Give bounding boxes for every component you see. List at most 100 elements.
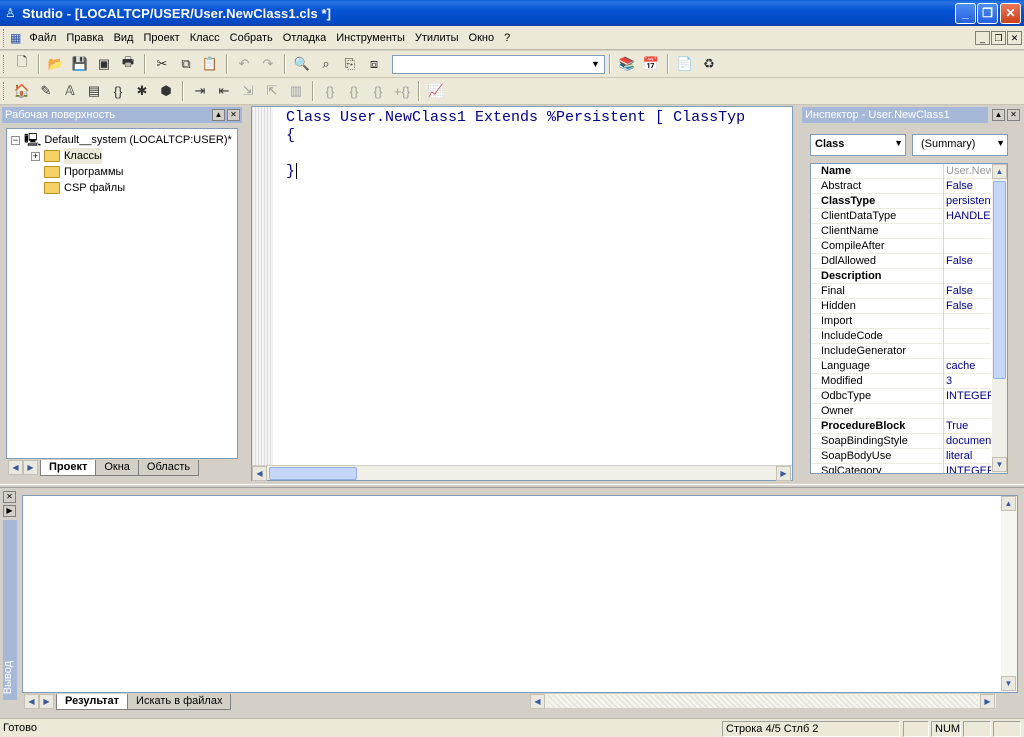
brace-icon[interactable]: {} [319, 80, 341, 102]
scroll-down-icon[interactable]: ▼ [1001, 676, 1016, 691]
dropdown-arrow-icon[interactable]: ▼ [588, 57, 603, 72]
panel-close-icon[interactable]: ✕ [227, 109, 240, 121]
menu-help[interactable]: ? [499, 28, 515, 48]
tab-scroll-left-icon[interactable]: ◀ [24, 693, 39, 709]
find-combo[interactable]: ▼ [392, 54, 605, 74]
type-select[interactable]: Class ▼ [810, 134, 906, 156]
property-value[interactable] [943, 344, 991, 359]
property-value[interactable]: 3 [943, 374, 991, 389]
property-row[interactable]: ProcedureBlock True [811, 419, 991, 434]
scroll-left-icon[interactable]: ◀ [530, 694, 545, 709]
print-icon[interactable]: 🖶 [117, 53, 139, 75]
menu-project[interactable]: Проект [138, 28, 184, 48]
view-select[interactable]: (Summary) ▼ [912, 134, 1008, 156]
class-wizard-icon[interactable]: 🏠 [11, 80, 33, 102]
query-icon[interactable]: {} [107, 80, 129, 102]
scroll-left-icon[interactable]: ◀ [252, 466, 267, 481]
method-icon[interactable]: ▤ [83, 80, 105, 102]
scroll-thumb[interactable] [993, 181, 1006, 379]
comment-icon[interactable]: ⇲ [237, 80, 259, 102]
property-grid[interactable]: Name User.New Abstract False ClassType persis… [810, 163, 1008, 474]
property-value[interactable]: persistent [943, 194, 991, 209]
tab-find-in-files[interactable]: Искать в файлах [127, 694, 232, 710]
tab-windows[interactable]: Окна [95, 460, 139, 476]
tab-results[interactable]: Результат [56, 694, 129, 710]
scroll-thumb[interactable] [269, 467, 357, 480]
menu-debug[interactable]: Отладка [278, 28, 331, 48]
property-value[interactable]: False [943, 284, 991, 299]
property-row[interactable]: Owner [811, 404, 991, 419]
save-icon[interactable]: 💾 [69, 53, 91, 75]
property-row[interactable]: SoapBindingStyle documen [811, 434, 991, 449]
trigger-icon[interactable]: ⬢ [155, 80, 177, 102]
mdi-restore-button[interactable]: ❐ [991, 31, 1006, 45]
compile-icon[interactable]: 📄 [674, 53, 696, 75]
collapse-icon[interactable]: − [11, 135, 20, 145]
output-hscrollbar[interactable]: ◀ ▶ [530, 693, 996, 709]
property-row[interactable]: Hidden False [811, 299, 991, 314]
cut-icon[interactable]: ✂ [151, 53, 173, 75]
property-value[interactable]: INTEGEF [943, 389, 991, 404]
indent-icon[interactable]: ⇥ [189, 80, 211, 102]
property-value[interactable]: User.New [943, 164, 991, 179]
brace-next-icon[interactable]: {} [367, 80, 389, 102]
scroll-up-icon[interactable]: ▲ [1001, 496, 1016, 511]
property-value[interactable] [943, 224, 991, 239]
tab-scroll-right-icon[interactable]: ▶ [23, 459, 38, 475]
panel-pin-icon[interactable]: ▲ [212, 109, 225, 121]
property-value[interactable]: cache [943, 359, 991, 374]
menu-build[interactable]: Собрать [225, 28, 278, 48]
status-resize-grip[interactable] [993, 721, 1021, 737]
restore-button[interactable]: ❐ [977, 3, 998, 24]
property-value[interactable] [943, 404, 991, 419]
property-row[interactable]: CompileAfter [811, 239, 991, 254]
open-folder-icon[interactable]: 📂 [45, 53, 67, 75]
brace-add-icon[interactable]: +{} [391, 80, 413, 102]
property-row[interactable]: Name User.New [811, 164, 991, 179]
property-wizard-icon[interactable]: ✎ [35, 80, 57, 102]
property-row[interactable]: Description [811, 269, 991, 284]
property-row[interactable]: OdbcType INTEGEF [811, 389, 991, 404]
dropdown-arrow-icon[interactable]: ▼ [894, 138, 903, 148]
menu-class[interactable]: Класс [185, 28, 225, 48]
property-value[interactable]: True [943, 419, 991, 434]
property-row[interactable]: Modified 3 [811, 374, 991, 389]
tree-item-csp[interactable]: CSP файлы [44, 180, 125, 196]
output-close-icon[interactable]: ✕ [3, 491, 16, 503]
property-row[interactable]: SoapBodyUse literal [811, 449, 991, 464]
output-text-area[interactable]: ▲ ▼ [22, 495, 1018, 693]
menu-utilities[interactable]: Утилиты [410, 28, 464, 48]
property-row[interactable]: DdlAllowed False [811, 254, 991, 269]
menu-tools[interactable]: Инструменты [331, 28, 410, 48]
property-row[interactable]: ClientName [811, 224, 991, 239]
property-row[interactable]: Abstract False [811, 179, 991, 194]
property-row[interactable]: Final False [811, 284, 991, 299]
mdi-minimize-button[interactable]: _ [975, 31, 990, 45]
minimize-button[interactable]: _ [955, 3, 976, 24]
splitter[interactable] [0, 484, 1024, 488]
tree-item-classes[interactable]: + Классы [31, 148, 102, 164]
uncomment-icon[interactable]: ⇱ [261, 80, 283, 102]
parameter-icon[interactable]: 𝔸 [59, 80, 81, 102]
menu-window[interactable]: Окно [464, 28, 500, 48]
output-vscrollbar[interactable]: ▲ ▼ [1001, 496, 1017, 692]
expand-icon[interactable]: + [31, 151, 40, 161]
menu-file[interactable]: Файл [24, 28, 61, 48]
save-all-icon[interactable]: ▣ [93, 53, 115, 75]
new-file-icon[interactable]: 🗋 [11, 53, 33, 75]
property-value[interactable]: False [943, 299, 991, 314]
outdent-icon[interactable]: ⇤ [213, 80, 235, 102]
refresh-icon[interactable]: ♻ [698, 53, 720, 75]
property-row[interactable]: ClientDataType HANDLE [811, 209, 991, 224]
find-icon[interactable]: 🔍 [291, 53, 313, 75]
undo-icon[interactable]: ↶ [233, 53, 255, 75]
code-editor[interactable]: Class User.NewClass1 Extends %Persistent… [251, 106, 793, 481]
copy-icon[interactable]: ⧉ [175, 53, 197, 75]
scroll-up-icon[interactable]: ▲ [992, 164, 1007, 179]
tab-namespace[interactable]: Область [137, 460, 200, 476]
tree-root[interactable]: − 🖳 Default__system (LOCALTCP:USER)* [11, 132, 232, 148]
property-row[interactable]: Import [811, 314, 991, 329]
bookmark-icon[interactable]: 📚 [616, 53, 638, 75]
calendar-icon[interactable]: 📅 [640, 53, 662, 75]
property-row[interactable]: IncludeGenerator [811, 344, 991, 359]
